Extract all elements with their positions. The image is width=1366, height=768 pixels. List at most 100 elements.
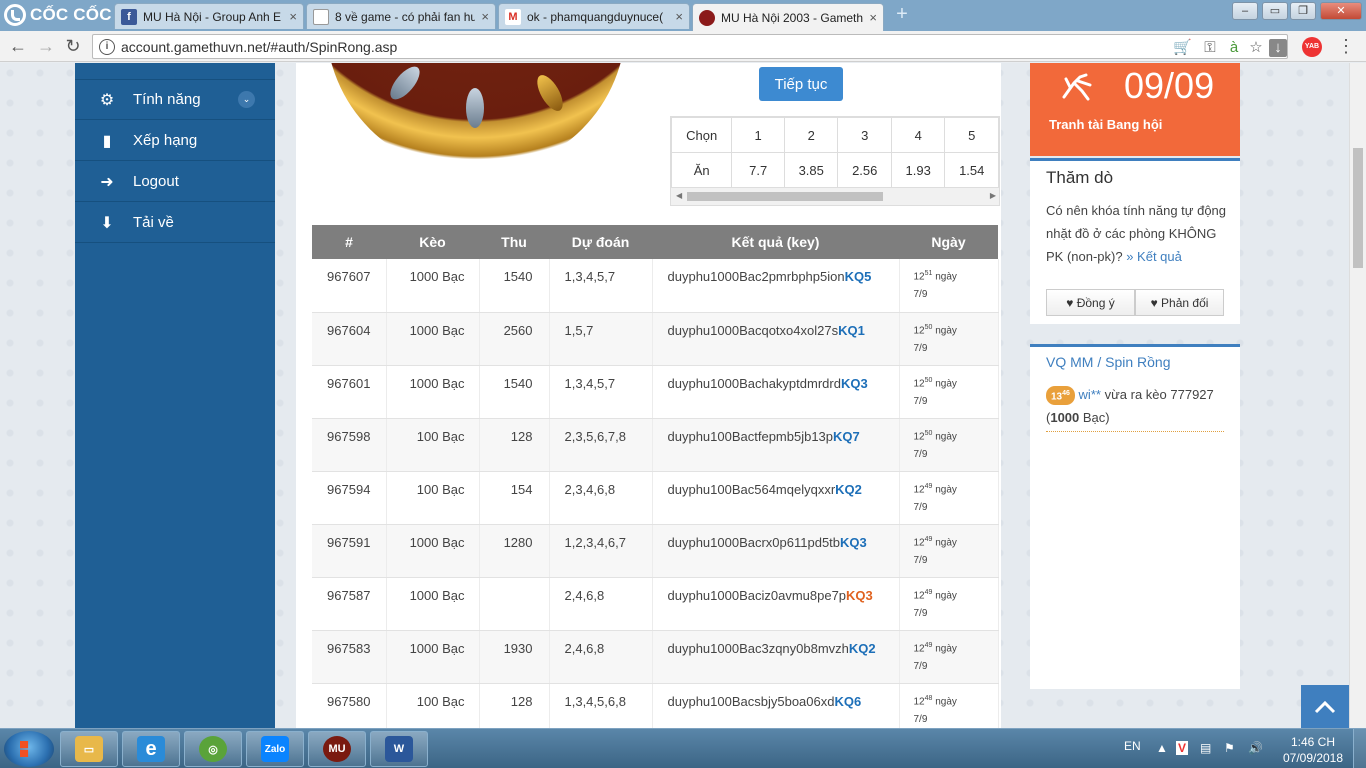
taskbar-zalo[interactable]: Zalo — [246, 731, 304, 767]
history-header-row: # Kèo Thu Dự đoán Kết quả (key) Ngày — [312, 225, 998, 259]
sidebar-item-logout[interactable]: ➜ Logout — [75, 162, 275, 202]
row-result-link[interactable]: KQ7 — [833, 429, 860, 444]
url-text[interactable]: account.gamethuvn.net/#auth/SpinRong.asp — [121, 39, 397, 55]
feed-title-spin[interactable]: Spin Rồng — [1105, 354, 1170, 370]
url-field[interactable]: i account.gamethuvn.net/#auth/SpinRong.a… — [92, 34, 1288, 59]
chevron-down-icon[interactable]: ⌄ — [238, 91, 255, 108]
tab-close-icon[interactable]: × — [675, 9, 683, 24]
tab-mu-game[interactable]: MU Hà Nội 2003 - Gameth × — [692, 3, 884, 31]
scroll-left-icon[interactable]: ◀ — [676, 191, 682, 200]
feed-amount: 1000 — [1050, 410, 1080, 425]
poll-title: Thăm dò — [1046, 168, 1114, 187]
tab-forum[interactable]: 8 về game - có phải fan hu × — [306, 3, 496, 29]
row-received: 1930 — [503, 640, 533, 656]
row-result-link[interactable]: KQ1 — [838, 323, 865, 338]
translate-icon[interactable]: à — [1225, 39, 1243, 57]
cell-prediction: 2,3,5,6,7,8 — [549, 418, 653, 472]
row-bet: 1000 Bạc — [409, 269, 465, 284]
row-key: duyphu1000Bac2pmrbphp5ion — [667, 269, 845, 284]
disagree-button[interactable]: ♥ Phản đối — [1135, 289, 1224, 316]
row-result-link[interactable]: KQ5 — [845, 269, 872, 284]
volume-icon[interactable]: 🔊 — [1248, 741, 1263, 755]
reload-icon[interactable]: ↻ — [63, 37, 83, 57]
page-icon — [313, 8, 329, 25]
event-banner[interactable]: 09/09 Tranh tài Bang hội — [1030, 63, 1240, 156]
table-row: 967598 100 Bạc 128 2,3,5,6,7,8 duyphu100Bact… — [312, 418, 999, 472]
show-desktop-button[interactable] — [1353, 729, 1366, 768]
scroll-to-top-button[interactable] — [1301, 685, 1349, 728]
new-tab-button[interactable]: + — [892, 4, 912, 25]
spin-wheel[interactable] — [326, 63, 626, 173]
tab-title: ok - phamquangduynuce( — [527, 9, 664, 24]
back-icon[interactable]: ← — [8, 37, 28, 57]
cell-received: 1540 — [479, 365, 550, 419]
language-indicator[interactable]: EN — [1124, 739, 1141, 753]
minimize-button[interactable]: – — [1232, 2, 1258, 20]
yab-extension-icon[interactable]: YAB — [1302, 37, 1322, 57]
clock[interactable]: 1:46 CH 07/09/2018 — [1278, 734, 1348, 766]
odds-scrollbar[interactable]: ◀ ▶ — [671, 188, 999, 205]
sidebar-item-features[interactable]: ⚙ Tính năng ⌄ — [75, 80, 275, 120]
download-icon[interactable]: ↓ — [1269, 39, 1287, 57]
row-day-word: ngày — [935, 695, 957, 707]
row-prediction: 1,5,7 — [564, 322, 594, 338]
poll-result-link[interactable]: » Kết quả — [1126, 249, 1182, 264]
chevron-up-icon — [1314, 700, 1336, 714]
row-result-link[interactable]: KQ3 — [841, 376, 868, 391]
shopping-cart-icon[interactable]: 🛒 — [1173, 39, 1192, 57]
tab-close-icon[interactable]: × — [869, 10, 877, 25]
scroll-right-icon[interactable]: ▶ — [990, 191, 996, 200]
scrollbar-thumb[interactable] — [1353, 148, 1363, 268]
row-date: 7/9 — [913, 713, 928, 725]
odds-choice: 5 — [944, 117, 999, 153]
info-icon[interactable]: i — [99, 38, 115, 55]
cell-key: duyphu100Bacsbjy5boa06xdKQ6 — [652, 683, 900, 728]
cell-id: 967591 — [312, 524, 387, 578]
clock-time: 1:46 CH — [1290, 735, 1336, 749]
cell-received — [479, 577, 550, 631]
row-result-link[interactable]: KQ3 — [840, 535, 867, 550]
coccoc-logo[interactable]: CỐC CỐC — [4, 4, 112, 26]
key-icon[interactable]: ⚿ — [1201, 39, 1219, 57]
row-minute: 49 — [924, 482, 933, 490]
row-result-link[interactable]: KQ6 — [834, 694, 861, 709]
network-icon[interactable]: ▤ — [1200, 741, 1211, 755]
tab-close-icon[interactable]: × — [289, 9, 297, 24]
scrollbar-thumb[interactable] — [687, 192, 883, 201]
forward-icon[interactable]: → — [36, 37, 56, 57]
row-result-link[interactable]: KQ2 — [835, 482, 862, 497]
tab-close-icon[interactable]: × — [481, 9, 489, 24]
feed-title-vqmm[interactable]: VQ MM — [1046, 354, 1093, 370]
row-result-link[interactable]: KQ2 — [849, 641, 876, 656]
taskbar-ie[interactable]: e — [122, 731, 180, 767]
address-bar: ← → ↻ i account.gamethuvn.net/#auth/Spin… — [0, 31, 1366, 62]
close-window-button[interactable]: ✕ — [1320, 2, 1362, 20]
tab-title: 8 về game - có phải fan hu — [335, 9, 476, 24]
taskbar-word[interactable]: W — [370, 731, 428, 767]
row-bet: 1000 Bạc — [409, 534, 465, 550]
flag-icon[interactable]: ⚑ — [1224, 741, 1235, 755]
tab-facebook[interactable]: f MU Hà Nội - Group Anh E × — [114, 3, 304, 29]
row-result-link[interactable]: KQ3 — [846, 588, 873, 603]
sidebar-item-ranking[interactable]: ▮ Xếp hạng — [75, 121, 275, 161]
star-icon[interactable]: ☆ — [1247, 39, 1265, 57]
menu-icon[interactable]: ⋮ — [1336, 37, 1356, 57]
row-bet: 100 Bạc — [416, 481, 465, 497]
row-minute: 49 — [924, 588, 933, 596]
start-button[interactable] — [4, 731, 54, 767]
v-antivirus-icon[interactable]: V — [1176, 741, 1189, 755]
sidebar-item-download[interactable]: ⬇ Tải về — [75, 203, 275, 243]
page-scrollbar[interactable] — [1349, 63, 1366, 728]
taskbar-mu[interactable]: MU — [308, 731, 366, 767]
maximize-button[interactable]: ▭ — [1262, 2, 1288, 20]
restore-button[interactable]: ❐ — [1290, 2, 1316, 20]
agree-button[interactable]: ♥ Đồng ý — [1046, 289, 1135, 316]
taskbar-explorer[interactable]: ▭ — [60, 731, 118, 767]
tab-gmail[interactable]: M ok - phamquangduynuce( × — [498, 3, 690, 29]
taskbar-coccoc[interactable]: ◎ — [184, 731, 242, 767]
cell-received: 1930 — [479, 630, 550, 684]
feed-user[interactable]: wi** — [1079, 387, 1101, 402]
tray-chevron-icon[interactable]: ▲ — [1156, 741, 1168, 755]
coccoc-logo-icon — [4, 4, 26, 26]
continue-button[interactable]: Tiếp tục — [759, 67, 843, 101]
